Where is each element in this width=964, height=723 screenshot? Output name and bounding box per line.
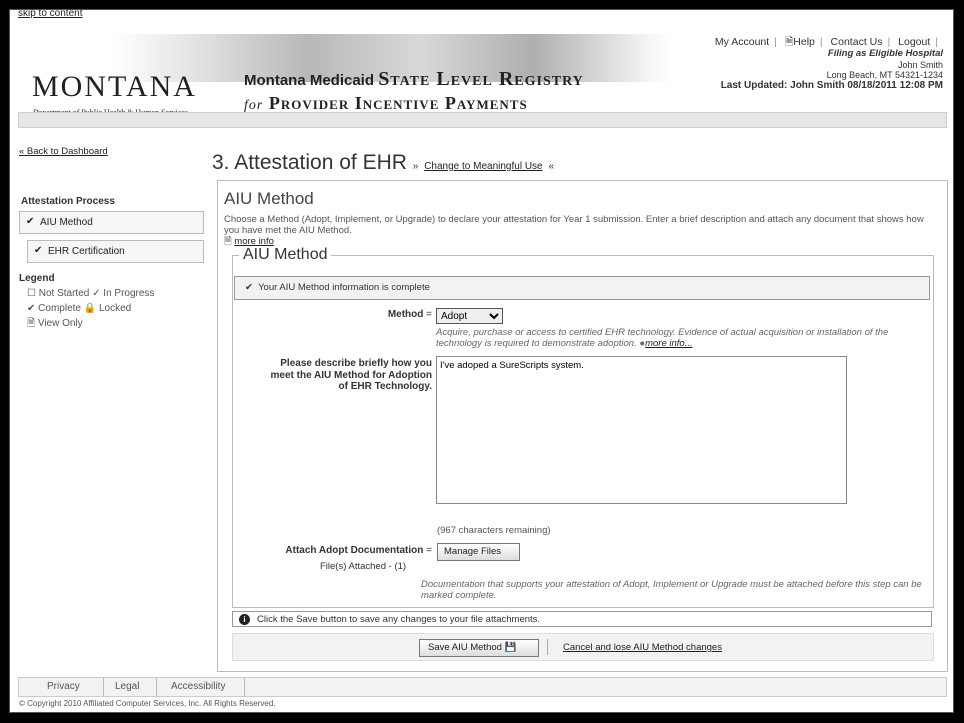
files-attached: File(s) Attached - (1) — [320, 561, 407, 572]
user-name: John Smith — [897, 59, 943, 70]
help-link[interactable]: Help — [793, 36, 815, 48]
change-suffix: « — [548, 161, 555, 172]
save-aiu-method-button[interactable]: Save AIU Method 💾 — [419, 639, 540, 657]
registry-subtitle: for Provider Incentive Payments — [244, 93, 528, 114]
sidebar-item-ehr-certification[interactable]: ✔ EHR Certification — [27, 240, 204, 263]
logout-link[interactable]: Logout — [898, 36, 930, 48]
panel-heading: AIU Method — [224, 189, 314, 208]
describe-textarea[interactable]: I've adoped a SureScripts system. — [436, 356, 847, 504]
attestation-sidebar: Attestation Process ✔ AIU Method ✔ EHR C… — [19, 192, 204, 331]
legend-in-progress: In Progress — [103, 288, 155, 299]
legend-locked: Locked — [99, 303, 132, 314]
sidebar-item-label: AIU Method — [40, 217, 93, 228]
describe-label-text: Please describe briefly how you meet the… — [270, 358, 432, 392]
montana-logo: MONTANA — [32, 70, 197, 103]
page-title-text: 3. Attestation of EHR — [212, 151, 407, 174]
legend-row: ✔ Complete 🔒 Locked — [19, 301, 204, 316]
panel-intro: Choose a Method (Adopt, Implement, or Up… — [224, 214, 924, 236]
legend-view-only: View Only — [37, 318, 83, 329]
sidebar-item-label: EHR Certification — [48, 246, 125, 257]
change-to-meaningful-use-link[interactable]: Change to Meaningful Use — [424, 161, 542, 172]
header-divider-bar — [18, 112, 947, 128]
copyright: © Copyright 2010 Affiliated Computer Ser… — [19, 699, 276, 708]
help-icon: 🗎 — [784, 36, 794, 48]
not-started-icon: ☐ — [27, 288, 36, 299]
skip-to-content-link[interactable]: skip to content — [18, 10, 82, 19]
check-icon: ✔ — [245, 282, 253, 293]
info-icon: i — [239, 614, 250, 625]
method-more-info-link[interactable]: more info... — [645, 338, 693, 349]
legend-not-started: Not Started — [38, 288, 90, 299]
save-info-bar: i Click the Save button to save any chan… — [232, 611, 932, 627]
save-info-message: Click the Save button to save any change… — [257, 614, 541, 625]
manage-files-label: Manage Files — [444, 546, 502, 557]
view-only-icon: 🗎 — [27, 318, 36, 329]
complete-icon: ✔ — [27, 303, 36, 314]
cancel-changes-link[interactable]: Cancel and lose AIU Method changes — [563, 642, 722, 653]
in-progress-icon: ✓ — [92, 288, 101, 299]
footer-divider — [103, 678, 104, 696]
my-account-link[interactable]: My Account — [715, 36, 769, 48]
action-divider — [547, 639, 548, 655]
complete-status-bar: ✔ Your AIU Method information is complet… — [234, 276, 930, 300]
info-doc-icon: 🗎 — [224, 236, 232, 247]
browser-page: skip to content MONTANA Department of Pu… — [9, 9, 954, 713]
legal-link[interactable]: Legal — [115, 681, 139, 692]
page-title: 3. Attestation of EHR » Change to Meanin… — [212, 151, 554, 175]
registry-title: Montana Medicaid State Level Registry — [244, 68, 584, 91]
brand-line1b: State Level Registry — [378, 68, 584, 90]
change-prefix: » — [412, 161, 419, 172]
check-icon: ✔ — [34, 245, 43, 256]
brand-line2b: Provider Incentive Payments — [268, 93, 528, 113]
legend-complete: Complete — [38, 303, 81, 314]
method-label-text: Method — [387, 309, 424, 320]
privacy-link[interactable]: Privacy — [47, 681, 80, 692]
method-hint: Acquire, purchase or access to certified… — [436, 327, 906, 349]
sidebar-item-aiu-method[interactable]: ✔ AIU Method — [19, 211, 204, 234]
check-icon: ✔ — [26, 216, 35, 227]
site-footer: Privacy Legal Accessibility — [18, 677, 947, 697]
save-button-label: Save AIU Method — [428, 642, 502, 653]
attach-label-text: Attach Adopt Documentation — [285, 545, 424, 556]
aiu-method-panel: AIU Method Choose a Method (Adopt, Imple… — [217, 180, 948, 672]
last-updated: Last Updated: John Smith 08/18/2011 12:0… — [720, 79, 943, 91]
legend-row: 🗎 View Only — [19, 316, 204, 331]
contact-us-link[interactable]: Contact Us — [831, 36, 883, 48]
method-label: Method = — [387, 309, 432, 320]
lock-icon: 🔒 — [83, 303, 97, 314]
attach-label: Attach Adopt Documentation = — [285, 545, 432, 556]
brand-line1a: Montana Medicaid — [244, 72, 375, 89]
method-select[interactable]: Adopt — [436, 308, 503, 324]
characters-remaining: (967 characters remaining) — [437, 525, 551, 536]
footer-divider — [156, 678, 157, 696]
filing-status: Filing as Eligible Hospital — [827, 48, 943, 59]
user-location: Long Beach, MT 54321-1234 — [826, 70, 943, 80]
sidebar-header: Attestation Process — [21, 196, 115, 207]
legend: Legend ☐ Not Started ✓ In Progress ✔ Com… — [19, 271, 204, 331]
attach-hint: Documentation that supports your attesta… — [421, 579, 922, 601]
back-to-dashboard-link[interactable]: « Back to Dashboard — [19, 146, 108, 157]
fieldset-title: AIU Method — [243, 246, 328, 263]
describe-label: Please describe briefly how you meet the… — [262, 358, 432, 393]
brand-line2a: for — [244, 98, 264, 113]
accessibility-link[interactable]: Accessibility — [171, 681, 225, 692]
complete-message: Your AIU Method information is complete — [258, 282, 430, 293]
footer-divider — [244, 678, 245, 696]
legend-row: ☐ Not Started ✓ In Progress — [19, 286, 204, 301]
user-info: Filing as Eligible Hospital John Smith L… — [720, 48, 943, 91]
manage-files-button[interactable]: Manage Files — [437, 543, 521, 561]
site-header: MONTANA Department of Public Health & Hu… — [10, 20, 953, 117]
action-bar: Save AIU Method 💾 Cancel and lose AIU Me… — [232, 633, 934, 661]
legend-header: Legend — [19, 273, 55, 284]
save-disk-icon: 💾 — [504, 642, 517, 653]
